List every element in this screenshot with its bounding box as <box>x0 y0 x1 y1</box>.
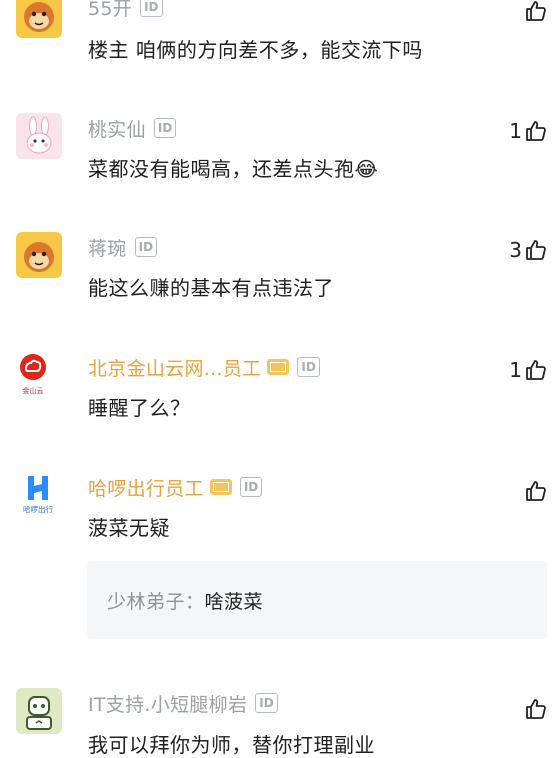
monkey-avatar-icon <box>16 0 62 38</box>
comment-text: 睡醒了么？ <box>88 396 191 420</box>
hellobike-logo-icon: 哈啰出行 <box>23 476 53 514</box>
employee-badge-icon <box>209 479 232 495</box>
employee-badge-icon <box>267 359 290 375</box>
comment-text: 能这么赚的基本有点违法了 <box>88 276 334 300</box>
thumbs-up-icon <box>526 699 546 719</box>
user-avatar[interactable] <box>16 0 62 38</box>
comment-text: 楼主 咱俩的方向差不多，能交流下吗 <box>88 38 423 62</box>
id-badge: ID <box>297 357 320 377</box>
user-avatar[interactable] <box>16 113 62 159</box>
thumbs-up-icon <box>526 240 546 260</box>
user-avatar[interactable]: 哈啰出行 <box>16 470 62 516</box>
reply-text: 啥菠菜 <box>204 591 264 613</box>
username-row: 北京金山云网...员工 ID <box>88 354 320 380</box>
like-count: 1 <box>509 358 522 382</box>
id-badge: ID <box>153 118 177 138</box>
avatar-caption: 金山云 <box>23 386 44 395</box>
like-button[interactable]: 1 <box>509 357 548 383</box>
user-avatar[interactable] <box>16 688 62 734</box>
thumbs-up-icon <box>526 121 546 141</box>
kingsoft-cloud-logo-icon: 金山云 <box>20 354 46 395</box>
username[interactable]: 桃实仙 <box>88 115 146 142</box>
username[interactable]: 哈啰出行员工 <box>88 474 204 501</box>
reply-preview[interactable]: 少林弟子：啥菠菜 <box>87 561 547 639</box>
thumbs-up-icon <box>526 1 546 21</box>
reply-username[interactable]: 少林弟子： <box>107 591 205 613</box>
id-badge: ID <box>140 0 163 17</box>
username[interactable]: 蒋琬 <box>88 234 127 261</box>
monkey-avatar-icon <box>16 232 62 278</box>
username[interactable]: 55开 <box>88 0 132 21</box>
user-avatar[interactable] <box>16 232 62 278</box>
username-row: 哈啰出行员工 ID <box>88 474 263 501</box>
comment-text: 菜都没有能喝高，还差点头孢😂 <box>88 157 379 181</box>
like-count: 1 <box>509 119 522 143</box>
robot-avatar-icon <box>16 688 62 734</box>
id-badge: ID <box>255 693 278 713</box>
like-button[interactable]: 1 <box>509 118 548 144</box>
comment-text: 我可以拜你为师，替你打理副业 <box>88 733 375 757</box>
like-button[interactable] <box>522 478 548 504</box>
user-avatar[interactable]: 金山云 <box>16 350 62 396</box>
like-button[interactable]: 3 <box>509 237 548 263</box>
like-count: 3 <box>509 238 522 262</box>
username[interactable]: 北京金山云网...员工 <box>88 354 261 381</box>
username-row: 蒋琬 ID <box>88 234 158 261</box>
avatar-caption: 哈啰出行 <box>23 504 53 514</box>
id-badge: ID <box>134 237 158 257</box>
comment-text: 菠菜无疑 <box>88 516 170 540</box>
thumbs-up-icon <box>526 360 546 380</box>
id-badge: ID <box>239 477 263 497</box>
like-button[interactable] <box>522 0 548 24</box>
username-row: IT支持.小短腿柳岩 ID <box>88 690 278 716</box>
username-row: 55开 ID <box>88 0 163 20</box>
thumbs-up-icon <box>526 481 546 501</box>
like-button[interactable] <box>522 696 548 722</box>
reply-line: 少林弟子：啥菠菜 <box>107 587 263 614</box>
rabbit-avatar-icon <box>16 113 62 159</box>
username[interactable]: IT支持.小短腿柳岩 <box>88 690 247 717</box>
username-row: 桃实仙 ID <box>88 115 177 142</box>
